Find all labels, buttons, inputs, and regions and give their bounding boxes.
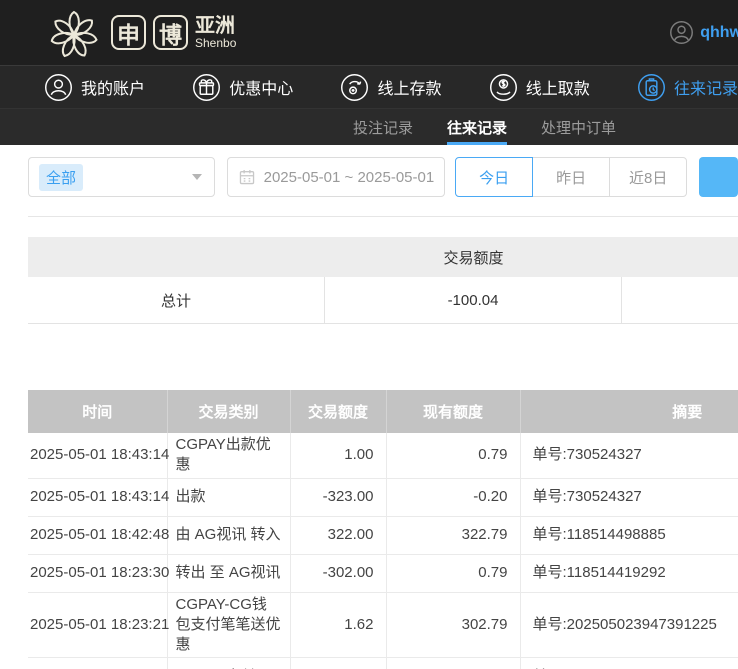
tab-betting-records[interactable]: 投注记录 [353, 109, 413, 145]
cell-time: 2025-05-01 18:23:21 [28, 658, 167, 669]
calendar-icon [238, 168, 256, 186]
today-button[interactable]: 今日 [455, 157, 533, 197]
chevron-down-icon [192, 174, 202, 180]
records-icon [637, 73, 666, 102]
cell-remark: 单号:118514498885 [520, 516, 738, 554]
cell-remark: 单号:202505023947391225 [520, 658, 738, 669]
brand-char-bo: 博 [153, 15, 188, 50]
cell-balance: 302.79 [386, 592, 520, 658]
gift-icon [192, 73, 221, 102]
table-row: 2025-05-01 18:23:21 CGPAY支付 270.00 301.1… [28, 658, 738, 669]
filter-row: 全部 2025-05-01 ~ 2025-05-01 今日 昨日 近8日 [28, 157, 738, 197]
cell-remark: 单号:730524327 [520, 433, 738, 478]
col-remark: 摘要 [520, 390, 738, 433]
cell-time: 2025-05-01 18:23:21 [28, 592, 167, 658]
date-range-value: 2025-05-01 ~ 2025-05-01 [264, 169, 435, 186]
tab-transaction-records[interactable]: 往来记录 [447, 109, 507, 145]
nav-item-withdraw[interactable]: 线上取款 [489, 73, 590, 102]
nav-label: 往来记录 [674, 75, 738, 99]
category-selected-value: 全部 [39, 164, 83, 191]
cell-time: 2025-05-01 18:43:14 [28, 478, 167, 516]
nav-item-deposit[interactable]: 线上存款 [340, 73, 441, 102]
nav-label: 线上存款 [377, 75, 441, 99]
nav-item-my-account[interactable]: 我的账户 [44, 73, 145, 102]
yesterday-button[interactable]: 昨日 [532, 157, 610, 197]
nav-label: 优惠中心 [229, 75, 293, 99]
quick-range-group: 今日 昨日 近8日 [455, 157, 687, 197]
deposit-icon [340, 73, 369, 102]
search-button[interactable] [699, 157, 738, 197]
table-row: 2025-05-01 18:42:48 由 AG视讯 转入 322.00 322… [28, 516, 738, 554]
summary-header-row: 交易额度 [28, 237, 738, 277]
cell-remark: 单号:202505023947391225 [520, 592, 738, 658]
content-area: 全部 2025-05-01 ~ 2025-05-01 今日 昨日 近8日 交易额… [0, 145, 738, 669]
brand-char-shen: 申 [111, 15, 146, 50]
cell-balance: 0.79 [386, 554, 520, 592]
cell-type: 出款 [167, 478, 290, 516]
cell-balance: -0.20 [386, 478, 520, 516]
nav-item-promotions[interactable]: 优惠中心 [192, 73, 293, 102]
cell-amount: 1.62 [290, 592, 386, 658]
summary-header-amount: 交易额度 [325, 247, 622, 268]
cell-amount: 322.00 [290, 516, 386, 554]
cell-amount: 1.00 [290, 433, 386, 478]
nav-label: 我的账户 [81, 75, 145, 99]
col-balance: 现有额度 [386, 390, 520, 433]
record-subtabs: 投注记录 往来记录 处理中订单 [0, 108, 738, 145]
table-row: 2025-05-01 18:23:30 转出 至 AG视讯 -302.00 0.… [28, 554, 738, 592]
user-icon [44, 73, 73, 102]
summary-table: 交易额度 总计 -100.04 [28, 237, 738, 324]
summary-total-row: 总计 -100.04 [28, 277, 738, 324]
col-time: 时间 [28, 390, 167, 433]
section-divider [28, 216, 738, 217]
withdraw-icon [489, 73, 518, 102]
cell-balance: 322.79 [386, 516, 520, 554]
brand-subtitle: Shenbo [195, 37, 236, 50]
cell-amount: 270.00 [290, 658, 386, 669]
user-account[interactable]: qhhw [669, 20, 738, 45]
brand-region: 亚洲 [195, 16, 236, 37]
lotus-logo-icon [44, 3, 104, 63]
table-row: 2025-05-01 18:43:14 出款 -323.00 -0.20 单号:… [28, 478, 738, 516]
cell-remark: 单号:730524327 [520, 478, 738, 516]
cell-time: 2025-05-01 18:43:14 [28, 433, 167, 478]
tab-pending-orders[interactable]: 处理中订单 [541, 109, 616, 145]
brand-logo[interactable]: 申 博 亚洲 Shenbo [44, 3, 236, 63]
table-header-row: 时间 交易类别 交易额度 现有额度 摘要 [28, 390, 738, 433]
nav-label: 线上取款 [526, 75, 590, 99]
cell-time: 2025-05-01 18:42:48 [28, 516, 167, 554]
col-amount: 交易额度 [290, 390, 386, 433]
cell-balance: 301.17 [386, 658, 520, 669]
summary-total-label: 总计 [28, 277, 325, 323]
transactions-table: 时间 交易类别 交易额度 现有额度 摘要 2025-05-01 18:43:14… [28, 390, 738, 669]
table-row: 2025-05-01 18:23:21 CGPAY-CG钱包支付笔笔送优惠 1.… [28, 592, 738, 658]
col-type: 交易类别 [167, 390, 290, 433]
topbar: 申 博 亚洲 Shenbo qhhw [0, 0, 738, 65]
summary-total-value: -100.04 [325, 277, 622, 323]
cell-type: 由 AG视讯 转入 [167, 516, 290, 554]
date-range-input[interactable]: 2025-05-01 ~ 2025-05-01 [227, 157, 446, 197]
table-row: 2025-05-01 18:43:14 CGPAY出款优惠 1.00 0.79 … [28, 433, 738, 478]
category-select[interactable]: 全部 [28, 157, 215, 197]
cell-amount: -323.00 [290, 478, 386, 516]
cell-type: CGPAY-CG钱包支付笔笔送优惠 [167, 592, 290, 658]
main-nav: 我的账户 优惠中心 线上存款 [0, 65, 738, 108]
cell-type: CGPAY支付 [167, 658, 290, 669]
cell-balance: 0.79 [386, 433, 520, 478]
summary-total-extra [622, 277, 738, 323]
user-avatar-icon [669, 20, 694, 45]
cell-time: 2025-05-01 18:23:30 [28, 554, 167, 592]
cell-remark: 单号:118514419292 [520, 554, 738, 592]
cell-type: 转出 至 AG视讯 [167, 554, 290, 592]
cell-amount: -302.00 [290, 554, 386, 592]
cell-type: CGPAY出款优惠 [167, 433, 290, 478]
nav-item-transaction-records[interactable]: 往来记录 [637, 73, 738, 102]
username: qhhw [700, 24, 738, 42]
last-8-days-button[interactable]: 近8日 [609, 157, 687, 197]
